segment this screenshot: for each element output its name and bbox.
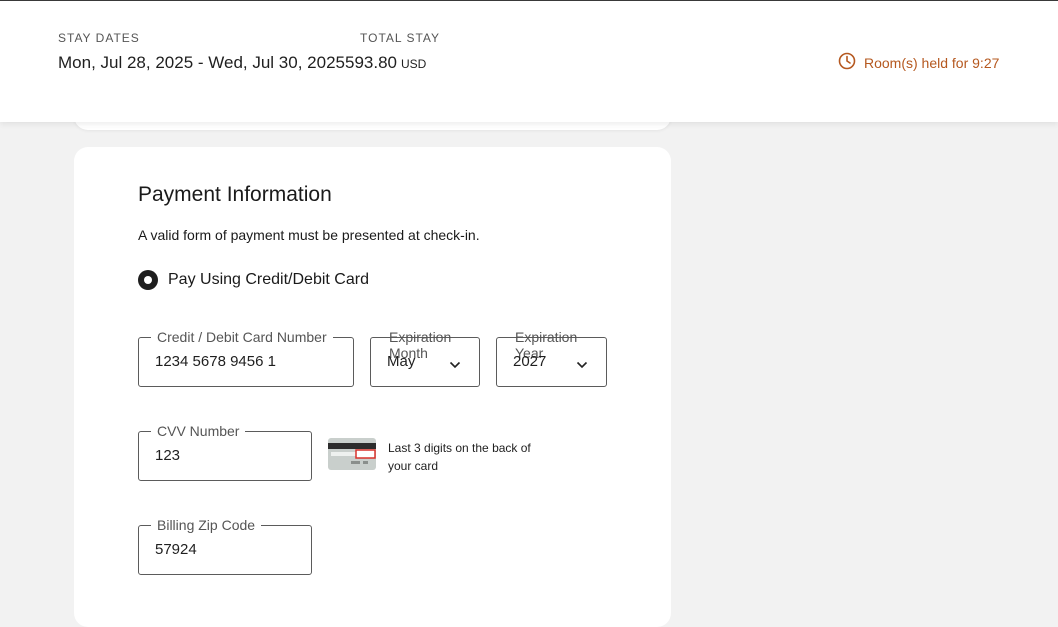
card-number-field[interactable]: Credit / Debit Card Number 1234 5678 945… (138, 329, 354, 387)
pay-by-card-option[interactable]: Pay Using Credit/Debit Card (138, 270, 369, 290)
chevron-down-icon[interactable] (576, 356, 588, 374)
cvv-hint: Last 3 digits on the back of your card (388, 441, 531, 473)
hold-text: Room(s) held for 9:27 (864, 54, 1000, 71)
stay-dates-value: Mon, Jul 28, 2025 - Wed, Jul 30, 2025 (58, 53, 345, 72)
room-hold-timer: Room(s) held for 9:27 (838, 52, 999, 73)
chevron-down-icon[interactable] (449, 356, 461, 374)
pay-by-card-label: Pay Using Credit/Debit Card (168, 271, 369, 288)
stay-summary-header: STAY DATES Mon, Jul 28, 2025 - Wed, Jul … (0, 1, 1058, 122)
billing-zip-field[interactable]: Billing Zip Code 57924 (138, 517, 312, 575)
total-stay-value: 593.80 USD (345, 53, 426, 73)
card-back-icon (328, 438, 376, 475)
total-stay-label: TOTAL STAY (360, 31, 441, 45)
payment-title: Payment Information (138, 183, 332, 206)
card-number-label: Credit / Debit Card Number (151, 329, 333, 345)
cvv-field[interactable]: CVV Number 123 (138, 423, 312, 481)
expiration-year-select[interactable]: Expiration Year 2027 (496, 329, 607, 387)
payment-subtitle: A valid form of payment must be presente… (138, 227, 480, 243)
billing-zip-value[interactable]: 57924 (155, 541, 197, 558)
clock-icon (838, 52, 864, 73)
total-stay-amount: 593.80 (345, 53, 397, 72)
payment-card: Payment Information A valid form of paym… (74, 147, 671, 627)
cvv-value[interactable]: 123 (155, 447, 180, 464)
expiration-year-value: 2027 (513, 353, 547, 370)
stay-dates-label: STAY DATES (58, 31, 140, 45)
expiration-month-value: May (387, 353, 416, 370)
billing-zip-label: Billing Zip Code (151, 517, 262, 533)
total-stay-currency: USD (401, 57, 427, 71)
radio-selected-icon[interactable] (138, 270, 158, 290)
card-number-value[interactable]: 1234 5678 9456 1 (155, 353, 276, 370)
cvv-label: CVV Number (151, 423, 246, 439)
expiration-month-select[interactable]: Expiration Month May (370, 329, 480, 387)
